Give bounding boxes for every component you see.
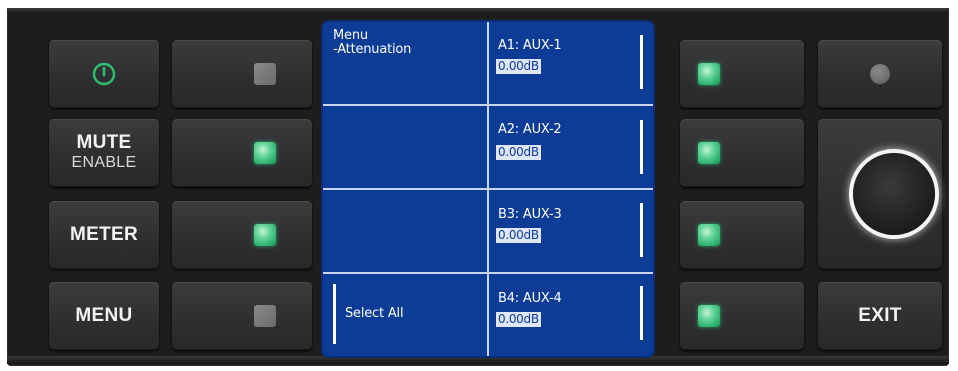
rotary-encoder-knob[interactable] bbox=[853, 153, 935, 235]
status-led bbox=[870, 64, 890, 84]
channel-level-bar-2 bbox=[640, 120, 643, 174]
soft-key-left-3[interactable] bbox=[172, 201, 312, 269]
channel-name-4: B4: AUX-4 bbox=[498, 291, 562, 306]
indicator-right-1 bbox=[698, 63, 720, 85]
select-all-bar bbox=[333, 284, 336, 344]
top-rail bbox=[7, 8, 949, 14]
lcd-empty-cell-2 bbox=[323, 190, 489, 274]
channel-level-bar-3 bbox=[640, 203, 643, 257]
soft-key-left-4[interactable] bbox=[172, 282, 312, 350]
exit-button[interactable]: EXIT bbox=[818, 282, 942, 350]
select-all-label[interactable]: Select All bbox=[345, 307, 404, 321]
channel-value-3[interactable]: 0.00dB bbox=[496, 228, 541, 243]
menu-button[interactable]: MENU bbox=[49, 282, 159, 350]
mute-enable-label: MUTE ENABLE bbox=[72, 133, 137, 173]
channel-value-1[interactable]: 0.00dB bbox=[496, 59, 541, 74]
power-button[interactable] bbox=[49, 40, 159, 108]
indicator-left-2 bbox=[254, 142, 276, 164]
enable-label: ENABLE bbox=[71, 154, 137, 171]
menu-label: MENU bbox=[75, 305, 133, 326]
channel-name-1: A1: AUX-1 bbox=[498, 38, 562, 53]
indicator-left-3 bbox=[254, 224, 276, 246]
lcd-screen: Menu -Attenuation Select All A1: AUX-1 0… bbox=[323, 22, 653, 356]
soft-key-right-3[interactable] bbox=[680, 201, 804, 269]
indicator-right-4 bbox=[698, 305, 720, 327]
power-icon bbox=[92, 62, 116, 86]
indicator-right-3 bbox=[698, 224, 720, 246]
lcd-menu-subtitle: -Attenuation bbox=[333, 42, 412, 57]
lcd-menu-title: Menu bbox=[333, 28, 368, 43]
mute-label: MUTE bbox=[76, 132, 132, 153]
soft-key-left-1[interactable] bbox=[172, 40, 312, 108]
indicator-left-1 bbox=[254, 63, 276, 85]
soft-key-right-4[interactable] bbox=[680, 282, 804, 350]
soft-key-left-2[interactable] bbox=[172, 119, 312, 187]
lcd-empty-cell-1 bbox=[323, 106, 489, 190]
indicator-right-2 bbox=[698, 142, 720, 164]
soft-key-right-1[interactable] bbox=[680, 40, 804, 108]
indicator-left-4 bbox=[254, 305, 276, 327]
channel-level-bar-4 bbox=[640, 286, 643, 340]
mute-enable-button[interactable]: MUTE ENABLE bbox=[49, 119, 159, 187]
channel-name-2: A2: AUX-2 bbox=[498, 122, 562, 137]
bottom-rail bbox=[7, 356, 949, 364]
exit-label: EXIT bbox=[858, 305, 902, 326]
channel-value-2[interactable]: 0.00dB bbox=[496, 145, 541, 160]
soft-key-right-2[interactable] bbox=[680, 119, 804, 187]
channel-level-bar-1 bbox=[640, 35, 643, 89]
meter-button[interactable]: METER bbox=[49, 201, 159, 269]
meter-label: METER bbox=[70, 224, 138, 245]
channel-value-4[interactable]: 0.00dB bbox=[496, 312, 541, 327]
channel-name-3: B3: AUX-3 bbox=[498, 207, 562, 222]
status-led-button[interactable] bbox=[818, 40, 942, 108]
